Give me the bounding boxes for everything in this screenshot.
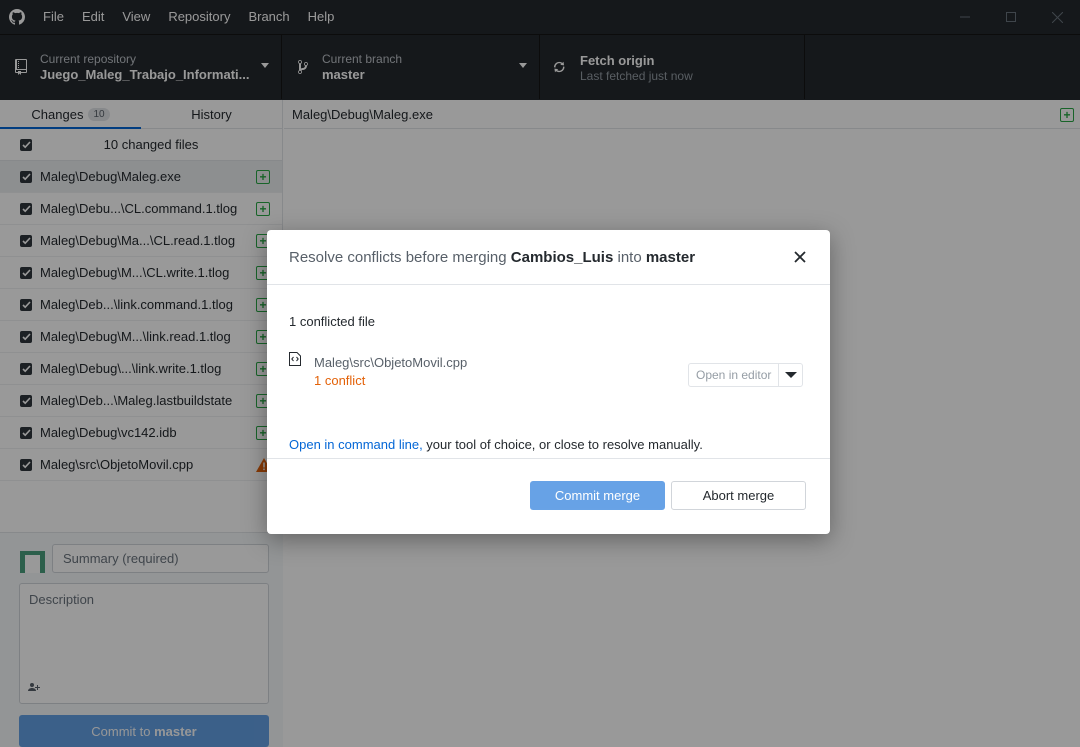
open-in-editor-control: Open in editor bbox=[688, 363, 804, 387]
conflicted-file-path: Maleg\src\ObjetoMovil.cpp bbox=[314, 355, 468, 370]
open-in-editor-button[interactable]: Open in editor bbox=[689, 364, 780, 386]
resolve-hint: Open in command line, your tool of choic… bbox=[289, 437, 703, 452]
conflict-count: 1 conflict bbox=[314, 373, 366, 388]
commit-merge-button[interactable]: Commit merge bbox=[530, 481, 665, 510]
conflicted-files-heading: 1 conflicted file bbox=[289, 314, 375, 329]
dialog-title-mid: into bbox=[613, 248, 646, 266]
chevron-down-icon bbox=[784, 372, 797, 378]
dialog-header: Resolve conflicts before merging Cambios… bbox=[267, 230, 830, 285]
source-branch-name: Cambios_Luis bbox=[510, 248, 614, 266]
target-branch-name: master bbox=[645, 248, 696, 266]
dialog-footer: Commit merge Abort merge bbox=[267, 459, 830, 533]
dialog-body: 1 conflicted file Maleg\src\ObjetoMovil.… bbox=[267, 285, 830, 459]
dialog-title: Resolve conflicts before merging Cambios… bbox=[289, 249, 695, 266]
file-code-icon bbox=[289, 352, 301, 369]
abort-merge-button[interactable]: Abort merge bbox=[671, 481, 806, 510]
open-command-line-link[interactable]: Open in command line, bbox=[289, 437, 423, 452]
close-icon bbox=[794, 250, 806, 263]
dialog-title-prefix: Resolve conflicts before merging bbox=[289, 248, 511, 266]
merge-conflicts-dialog: Resolve conflicts before merging Cambios… bbox=[267, 230, 830, 534]
resolve-hint-text: your tool of choice, or close to resolve… bbox=[422, 437, 703, 452]
open-options-dropdown[interactable] bbox=[779, 364, 802, 386]
close-dialog-button[interactable] bbox=[792, 247, 808, 268]
